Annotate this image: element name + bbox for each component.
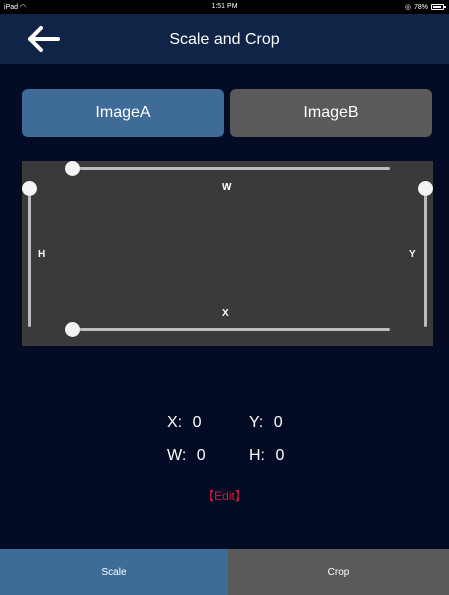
battery-status: ◎ 78% (404, 3, 446, 11)
nav-bar: Scale and Crop (0, 14, 449, 64)
crop-area: W H Y X (22, 161, 433, 346)
x-label: X (222, 308, 229, 319)
y-slider-knob[interactable] (418, 181, 433, 196)
tab-crop[interactable]: Crop (228, 549, 449, 595)
y-slider-track[interactable] (424, 189, 427, 327)
w-slider-knob[interactable] (65, 161, 80, 176)
status-bar: iPad ◠ 1:51 PM ◎ 78% (0, 0, 449, 14)
h-value-row: H: 0 (249, 447, 284, 465)
h-slider-knob[interactable] (22, 181, 37, 196)
edit-button[interactable]: 【Edit】 (0, 487, 449, 504)
battery-icon (431, 4, 446, 10)
w-value-label: W: (167, 447, 187, 464)
x-slider-knob[interactable] (65, 322, 80, 337)
w-slider-track[interactable] (72, 167, 390, 170)
x-slider-track[interactable] (72, 328, 390, 331)
x-value-row: X: 0 (167, 414, 201, 432)
h-value: 0 (275, 447, 285, 464)
battery-percent: 78% (413, 3, 428, 11)
y-value-label: Y: (249, 414, 264, 431)
x-value-label: X: (167, 414, 183, 431)
w-label: W (222, 182, 232, 193)
tab-image-b[interactable]: ImageB (230, 89, 432, 137)
y-value: 0 (273, 414, 283, 431)
w-value-row: W: 0 (167, 447, 206, 465)
h-value-label: H: (249, 447, 265, 464)
h-slider-track[interactable] (28, 189, 31, 327)
rotation-lock-icon: ◎ (404, 4, 411, 11)
tab-scale[interactable]: Scale (0, 549, 228, 595)
tab-image-a[interactable]: ImageA (22, 89, 224, 137)
status-time: 1:51 PM (211, 3, 238, 10)
y-label: Y (409, 249, 416, 260)
h-label: H (38, 249, 46, 260)
y-value-row: Y: 0 (249, 414, 283, 432)
page-title: Scale and Crop (169, 31, 280, 48)
x-value: 0 (192, 414, 202, 431)
w-value: 0 (196, 447, 206, 464)
